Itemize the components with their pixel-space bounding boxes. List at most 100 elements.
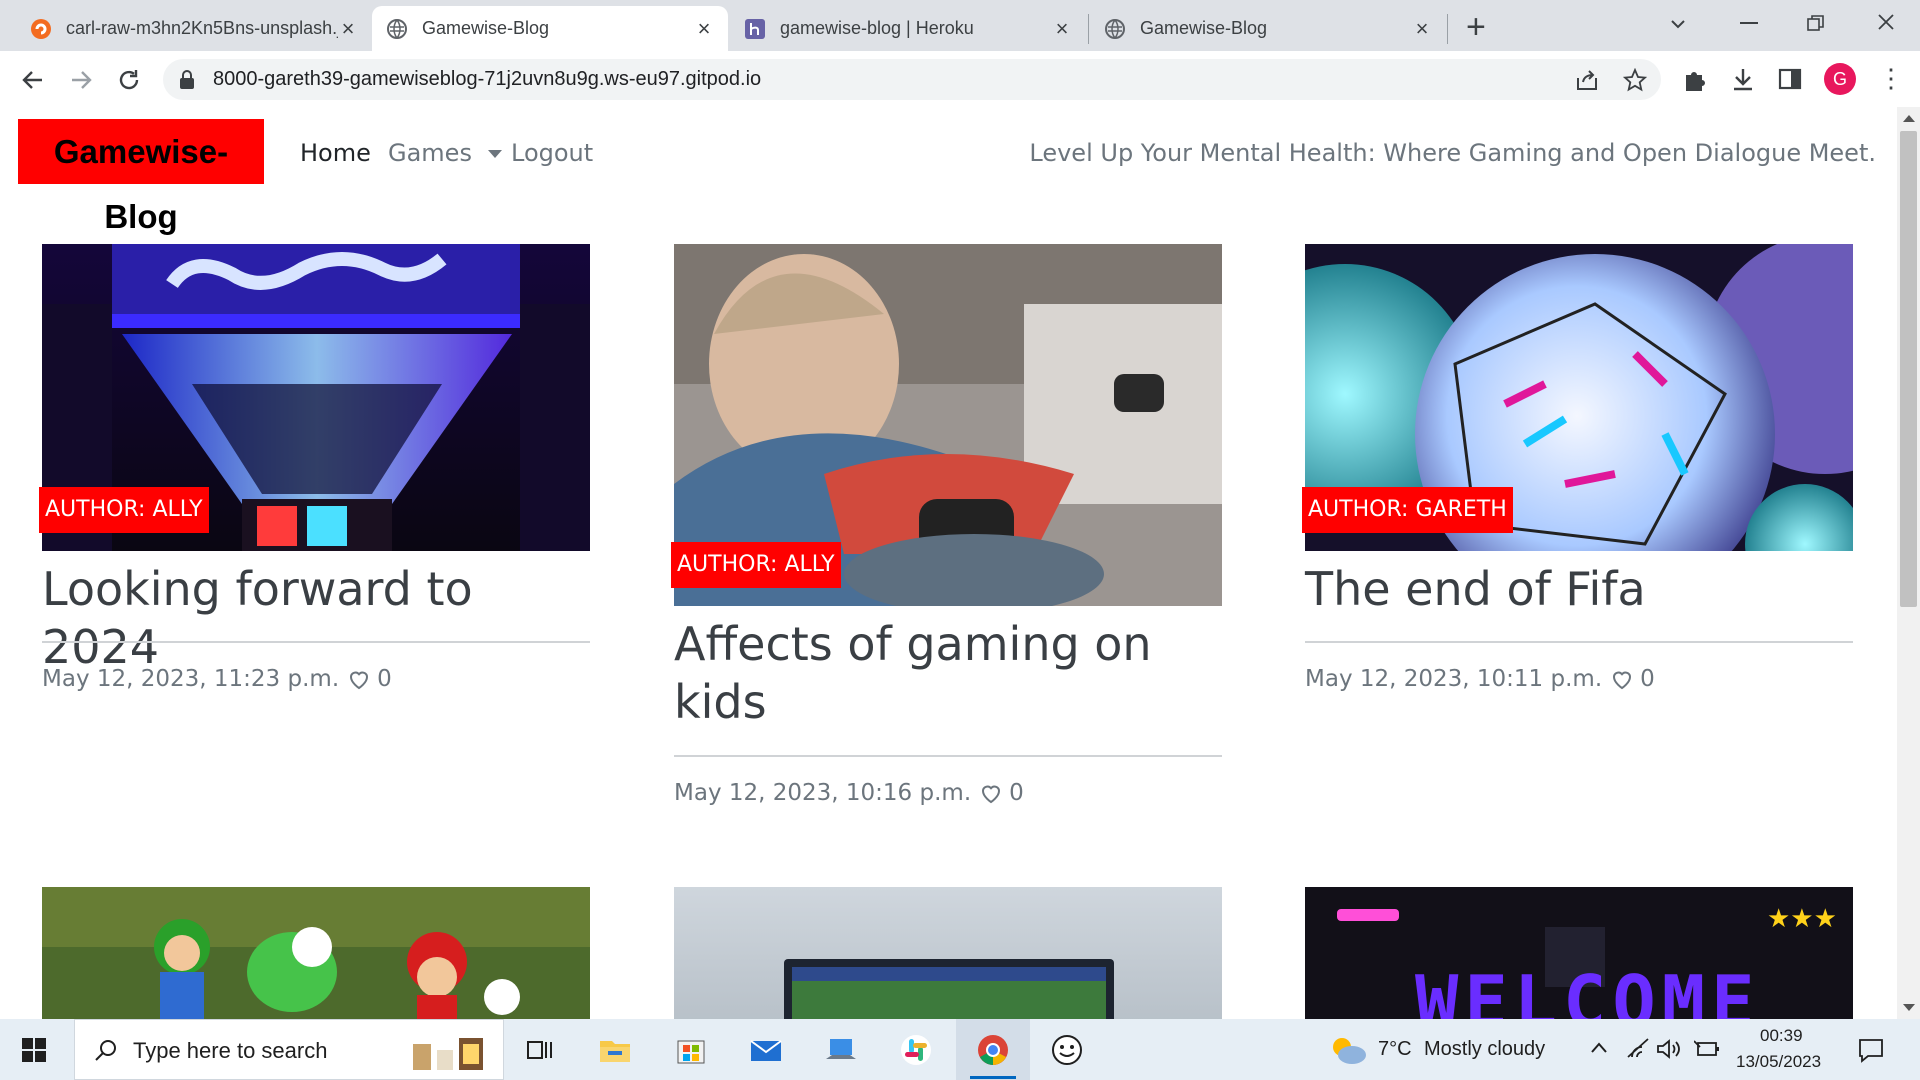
weather-cloudy-icon[interactable]: [1328, 1033, 1368, 1067]
browser-toolbar: 8000-gareth39-gamewiseblog-71j2uvn8u9g.w…: [0, 51, 1920, 108]
globe-icon: [1105, 18, 1125, 39]
lock-icon[interactable]: [179, 70, 195, 90]
like-count: 0: [1640, 666, 1655, 692]
browser-tab[interactable]: gamewise-blog | Heroku ×: [730, 6, 1086, 51]
svg-text:★★★: ★★★: [1767, 904, 1837, 934]
task-view-icon[interactable]: [522, 1033, 556, 1067]
post-title[interactable]: The end of Fifa: [1305, 560, 1853, 618]
clock-time[interactable]: 00:39: [1760, 1026, 1803, 1046]
post-date: May 12, 2023, 10:11 p.m.: [1305, 666, 1603, 692]
side-panel-icon[interactable]: [1778, 67, 1802, 91]
post-date: May 12, 2023, 10:16 p.m.: [674, 780, 972, 806]
scroll-up-arrow-icon[interactable]: [1903, 113, 1915, 123]
taskbar-search-box[interactable]: Type here to search: [74, 1019, 504, 1080]
active-indicator: [970, 1076, 1016, 1079]
slack-icon[interactable]: [899, 1033, 933, 1067]
close-icon[interactable]: ×: [1052, 16, 1072, 42]
post-meta: May 12, 2023, 10:16 p.m. 0: [674, 780, 1024, 806]
search-highlight-lanterns-icon: [413, 1038, 483, 1070]
nav-logout[interactable]: Logout: [511, 139, 593, 167]
heroku-icon: [745, 18, 765, 39]
file-explorer-icon[interactable]: [598, 1033, 632, 1067]
browser-tab[interactable]: carl-raw-m3hn2Kn5Bns-unsplash.jpg ×: [16, 6, 372, 51]
post-image-mario-figures[interactable]: [42, 887, 590, 1019]
site-brand[interactable]: Gamewise-Blog: [18, 119, 264, 235]
forward-arrow-icon[interactable]: [68, 67, 94, 93]
wifi-icon[interactable]: [1626, 1037, 1650, 1059]
post-card[interactable]: AUTHOR: GARETH The end of Fifa May 12, 2…: [1302, 244, 1853, 692]
browser-tab-strip: carl-raw-m3hn2Kn5Bns-unsplash.jpg × Game…: [0, 0, 1920, 51]
tab-separator: [1088, 14, 1089, 44]
post-author-badge: AUTHOR: GARETH: [1302, 487, 1513, 533]
minimize-icon[interactable]: [1740, 22, 1758, 24]
post-meta: May 12, 2023, 11:23 p.m. 0: [42, 666, 392, 692]
battery-icon[interactable]: [1694, 1039, 1720, 1059]
post-title[interactable]: Looking forward to 2024: [42, 560, 590, 676]
nav-games-label: Games: [388, 139, 472, 167]
laptop-app-icon[interactable]: [824, 1033, 858, 1067]
weather-description: Mostly cloudy: [1424, 1038, 1546, 1060]
post-image-pixel-welcome[interactable]: ★★★ WELCOME: [1305, 887, 1853, 1019]
svg-text:WELCOME: WELCOME: [1415, 960, 1760, 1019]
nav-games-dropdown[interactable]: Games: [388, 139, 502, 167]
post-meta: May 12, 2023, 10:11 p.m. 0: [1305, 666, 1655, 692]
search-placeholder: Type here to search: [133, 1038, 328, 1063]
nav-home[interactable]: Home: [300, 139, 371, 167]
chrome-taskbar-active[interactable]: [956, 1019, 1030, 1080]
browser-tab-active[interactable]: Gamewise-Blog ×: [372, 6, 728, 51]
new-tab-plus-icon[interactable]: +: [1466, 8, 1486, 47]
post-author-badge: AUTHOR: ALLY: [39, 487, 209, 533]
share-icon[interactable]: [1575, 69, 1599, 91]
close-icon[interactable]: ×: [338, 16, 358, 42]
post-image-tv-screen[interactable]: [674, 887, 1222, 1019]
window-close-icon[interactable]: [1876, 12, 1896, 32]
bookmark-star-icon[interactable]: [1623, 68, 1647, 92]
microsoft-store-icon[interactable]: [674, 1033, 708, 1067]
post-card[interactable]: AUTHOR: ALLY Looking forward to 2024 May…: [39, 244, 590, 692]
heart-icon[interactable]: [1610, 667, 1634, 691]
tab-title: gamewise-blog | Heroku: [780, 18, 974, 38]
reload-icon[interactable]: [116, 67, 142, 93]
scroll-down-arrow-icon[interactable]: [1903, 1003, 1915, 1013]
speaker-icon[interactable]: [1656, 1037, 1682, 1061]
weather-temperature: 7°C: [1378, 1038, 1412, 1060]
close-icon[interactable]: ×: [694, 16, 714, 42]
profile-avatar[interactable]: G: [1824, 63, 1856, 95]
divider: [42, 641, 590, 643]
globe-icon: [387, 18, 407, 39]
url-text: 8000-gareth39-gamewiseblog-71j2uvn8u9g.w…: [213, 68, 762, 90]
notifications-icon[interactable]: [1858, 1037, 1884, 1063]
page-scrollbar[interactable]: [1897, 107, 1920, 1019]
divider: [1305, 641, 1853, 643]
post-author-badge: AUTHOR: ALLY: [671, 542, 841, 588]
like-count: 0: [377, 666, 392, 692]
restore-icon[interactable]: [1806, 13, 1826, 33]
tab-search-chevron-icon[interactable]: [1668, 14, 1688, 34]
heart-icon[interactable]: [347, 667, 371, 691]
mail-icon[interactable]: [749, 1033, 783, 1067]
close-icon[interactable]: ×: [1412, 16, 1432, 42]
divider: [674, 755, 1222, 757]
clock-date[interactable]: 13/05/2023: [1736, 1052, 1821, 1072]
caret-down-icon: [487, 150, 502, 158]
back-arrow-icon[interactable]: [20, 67, 46, 93]
post-date: May 12, 2023, 11:23 p.m.: [42, 666, 340, 692]
address-bar[interactable]: 8000-gareth39-gamewiseblog-71j2uvn8u9g.w…: [163, 59, 1661, 100]
download-icon[interactable]: [1730, 66, 1756, 92]
search-icon: [95, 1040, 116, 1061]
tab-title: Gamewise-Blog: [422, 18, 550, 38]
web-page: Gamewise-Blog Home Games Logout Level Up…: [0, 107, 1897, 1019]
chevron-up-icon[interactable]: [1590, 1041, 1608, 1055]
post-card[interactable]: AUTHOR: ALLY Affects of gaming on kids M…: [671, 244, 1222, 806]
tab-separator: [1447, 14, 1448, 44]
windows-start-icon[interactable]: [22, 1038, 46, 1062]
image-tab-icon: [31, 18, 51, 39]
heart-icon[interactable]: [979, 781, 1003, 805]
browser-tab[interactable]: Gamewise-Blog ×: [1090, 6, 1446, 51]
smiley-app-icon[interactable]: [1050, 1033, 1084, 1067]
browser-menu-icon[interactable]: ⋮: [1878, 61, 1904, 95]
chrome-icon: [978, 1035, 1008, 1065]
scrollbar-thumb[interactable]: [1900, 131, 1917, 607]
extensions-puzzle-icon[interactable]: [1682, 67, 1708, 93]
post-title[interactable]: Affects of gaming on kids: [674, 615, 1222, 731]
